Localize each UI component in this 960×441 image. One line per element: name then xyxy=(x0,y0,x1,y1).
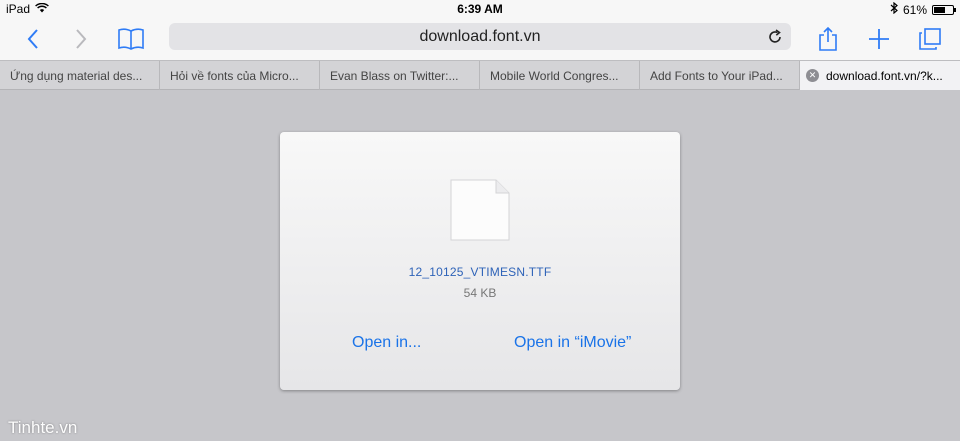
tab-3[interactable]: Evan Blass on Twitter:... xyxy=(320,61,480,90)
url-bar[interactable]: download.font.vn xyxy=(169,23,791,50)
tab-label: download.font.vn/?k... xyxy=(826,68,943,83)
tab-4[interactable]: Mobile World Congres... xyxy=(480,61,640,90)
url-text: download.font.vn xyxy=(419,27,541,45)
document-icon xyxy=(450,179,510,246)
tabs-icon[interactable] xyxy=(913,22,947,56)
tab-1[interactable]: Ứng dụng material des... xyxy=(0,61,160,90)
browser-toolbar: download.font.vn xyxy=(0,18,960,60)
status-right: 61% xyxy=(890,1,956,17)
bluetooth-icon xyxy=(890,1,898,17)
close-icon[interactable]: ✕ xyxy=(806,69,819,82)
watermark: Tinhte.vn xyxy=(8,418,78,437)
tab-label: Add Fonts to Your iPad... xyxy=(650,68,783,83)
plus-icon[interactable] xyxy=(862,22,896,56)
tab-2[interactable]: Hỏi về fonts của Micro... xyxy=(160,61,320,90)
tab-bar: Ứng dụng material des... Hỏi về fonts củ… xyxy=(0,60,960,90)
open-in-imovie-button[interactable]: Open in “iMovie” xyxy=(514,334,631,352)
battery-icon xyxy=(932,4,956,15)
tab-label: Hỏi về fonts của Micro... xyxy=(170,68,299,83)
file-name: 12_10125_VTIMESN.TTF xyxy=(408,265,552,279)
tab-label: Ứng dụng material des... xyxy=(10,68,143,83)
tab-5[interactable]: Add Fonts to Your iPad... xyxy=(640,61,800,90)
file-size: 54 KB xyxy=(463,286,497,300)
share-icon[interactable] xyxy=(811,22,845,56)
battery-level xyxy=(934,6,945,13)
status-time: 6:39 AM xyxy=(457,2,503,16)
tab-active[interactable]: ✕ download.font.vn/?k... xyxy=(800,61,960,90)
tab-label: Evan Blass on Twitter:... xyxy=(330,68,459,83)
open-in-button[interactable]: Open in... xyxy=(352,334,421,352)
battery-percent: 61% xyxy=(902,2,927,17)
forward-chevron-icon[interactable] xyxy=(64,22,98,56)
download-dialog: 12_10125_VTIMESN.TTF 54 KB Open in... Op… xyxy=(280,132,680,390)
book-icon[interactable] xyxy=(114,22,148,56)
reload-icon[interactable] xyxy=(765,27,785,47)
back-chevron-icon[interactable] xyxy=(16,22,50,56)
tab-label: Mobile World Congres... xyxy=(490,68,619,83)
status-bar: iPad 6:39 AM 61% xyxy=(0,0,960,18)
